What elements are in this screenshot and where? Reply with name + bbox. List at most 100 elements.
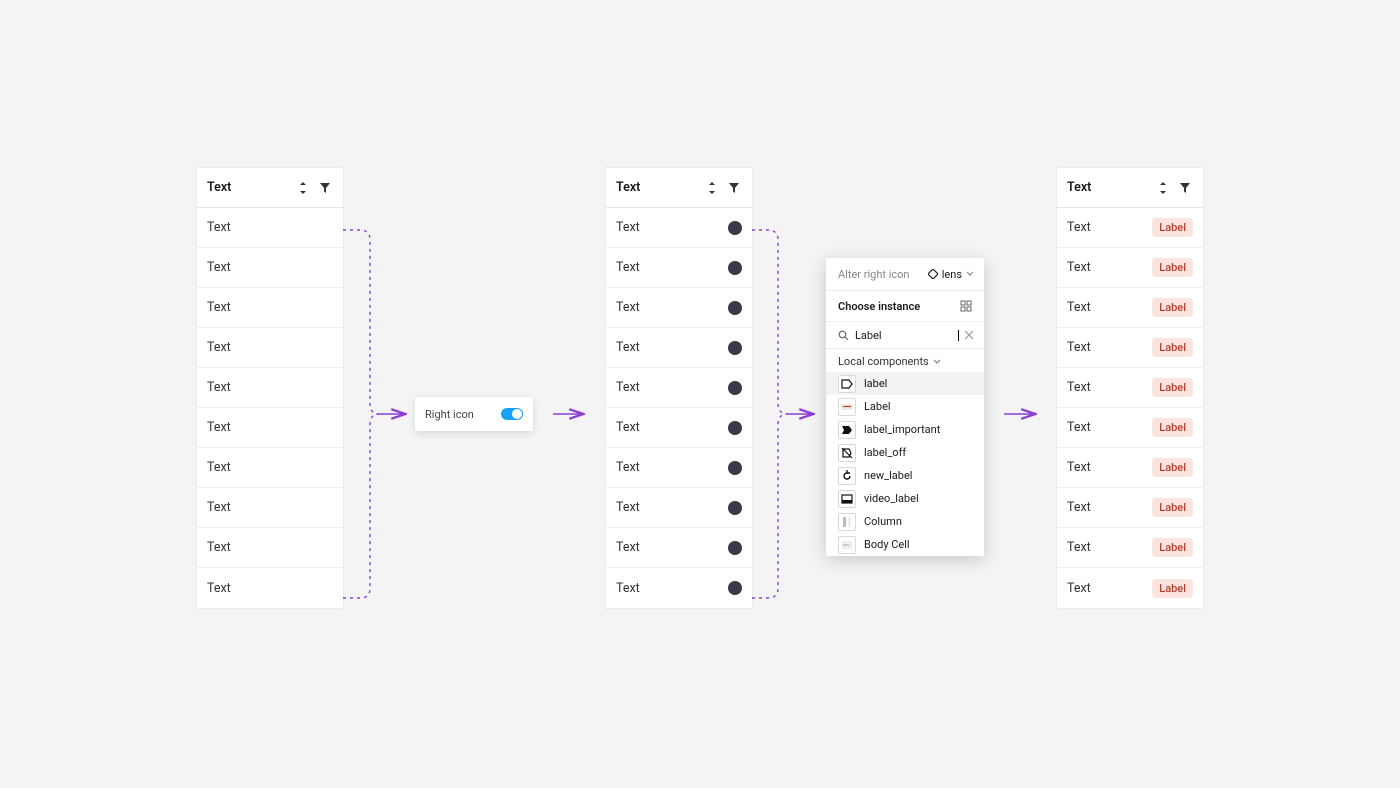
table-row[interactable]: TextLabel bbox=[1057, 368, 1203, 408]
instance-option[interactable]: label bbox=[826, 372, 984, 395]
table-row[interactable]: Text bbox=[606, 528, 752, 568]
sort-icon[interactable] bbox=[704, 180, 720, 196]
instance-option-name: Column bbox=[864, 515, 902, 528]
table-row[interactable]: Text bbox=[606, 368, 752, 408]
table-row[interactable]: TextLabel bbox=[1057, 208, 1203, 248]
row-text: Text bbox=[616, 460, 728, 475]
table-row[interactable]: Text bbox=[606, 408, 752, 448]
instance-option[interactable]: label_off bbox=[826, 441, 984, 464]
lens-icon bbox=[728, 381, 742, 395]
table-row[interactable]: Text bbox=[197, 328, 343, 368]
search-icon bbox=[838, 330, 849, 341]
filter-icon[interactable] bbox=[1177, 180, 1193, 196]
row-text: Text bbox=[616, 500, 728, 515]
label-chip: Label bbox=[1152, 498, 1193, 517]
row-text: Text bbox=[616, 220, 728, 235]
table-row[interactable]: Text bbox=[606, 568, 752, 608]
table-row[interactable]: TextLabel bbox=[1057, 488, 1203, 528]
table-row[interactable]: Text bbox=[606, 448, 752, 488]
filter-icon[interactable] bbox=[317, 180, 333, 196]
instance-option[interactable]: Body Cell bbox=[826, 533, 984, 556]
table-row[interactable]: TextLabel bbox=[1057, 248, 1203, 288]
label-important-icon bbox=[838, 421, 856, 439]
table-row[interactable]: Text bbox=[197, 288, 343, 328]
label-chip: Label bbox=[1152, 258, 1193, 277]
row-text: Text bbox=[1067, 540, 1152, 555]
column-panel-label: Text TextLabelTextLabelTextLabelTextLabe… bbox=[1057, 168, 1203, 608]
label-chip: Label bbox=[1152, 538, 1193, 557]
instance-picker-current-value[interactable]: lens bbox=[928, 268, 974, 281]
table-row[interactable]: TextLabel bbox=[1057, 568, 1203, 608]
label-chip: Label bbox=[1152, 378, 1193, 397]
label-chip: Label bbox=[1152, 298, 1193, 317]
row-text: Text bbox=[207, 220, 333, 235]
instance-picker-header: Alter right icon lens bbox=[826, 258, 984, 290]
column-header[interactable]: Text bbox=[197, 168, 343, 208]
table-row[interactable]: Text bbox=[606, 208, 752, 248]
instance-option-name: label_important bbox=[864, 423, 940, 436]
table-row[interactable]: Text bbox=[197, 408, 343, 448]
instance-search-row: Label bbox=[826, 321, 984, 349]
column-header[interactable]: Text bbox=[1057, 168, 1203, 208]
row-text: Text bbox=[616, 340, 728, 355]
row-text: Text bbox=[207, 340, 333, 355]
table-row[interactable]: Text bbox=[197, 488, 343, 528]
instance-option-name: label_off bbox=[864, 446, 906, 459]
instance-option[interactable]: label_important bbox=[826, 418, 984, 441]
label-off-icon bbox=[838, 444, 856, 462]
table-row[interactable]: Text bbox=[197, 448, 343, 488]
row-text: Text bbox=[616, 540, 728, 555]
lens-icon bbox=[728, 581, 742, 595]
row-text: Text bbox=[616, 300, 728, 315]
label-chip: Label bbox=[1152, 338, 1193, 357]
lens-icon bbox=[728, 501, 742, 515]
label-chip: Label bbox=[1152, 458, 1193, 477]
instance-option[interactable]: Column bbox=[826, 510, 984, 533]
table-row[interactable]: TextLabel bbox=[1057, 408, 1203, 448]
row-text: Text bbox=[1067, 581, 1152, 596]
label-chip-icon bbox=[838, 398, 856, 416]
instance-search-input[interactable]: Label bbox=[855, 329, 958, 342]
table-row[interactable]: TextLabel bbox=[1057, 288, 1203, 328]
table-row[interactable]: Text bbox=[197, 528, 343, 568]
table-row[interactable]: TextLabel bbox=[1057, 528, 1203, 568]
row-text: Text bbox=[207, 300, 333, 315]
table-row[interactable]: Text bbox=[197, 248, 343, 288]
right-icon-toggle-switch[interactable] bbox=[501, 408, 523, 420]
instance-option[interactable]: Label bbox=[826, 395, 984, 418]
filter-icon[interactable] bbox=[726, 180, 742, 196]
instance-section-header[interactable]: Local components bbox=[826, 349, 984, 372]
instance-option[interactable]: video_label bbox=[826, 487, 984, 510]
row-text: Text bbox=[1067, 500, 1152, 515]
column-header[interactable]: Text bbox=[606, 168, 752, 208]
instance-option-name: Label bbox=[864, 400, 891, 413]
instance-option[interactable]: new_label bbox=[826, 464, 984, 487]
column-panel-lens: Text TextTextTextTextTextTextTextTextTex… bbox=[606, 168, 752, 608]
table-row[interactable]: Text bbox=[606, 328, 752, 368]
table-row[interactable]: TextLabel bbox=[1057, 328, 1203, 368]
chevron-down-icon bbox=[933, 358, 941, 366]
table-row[interactable]: Text bbox=[197, 208, 343, 248]
table-row[interactable]: Text bbox=[606, 248, 752, 288]
label-chip: Label bbox=[1152, 418, 1193, 437]
table-row[interactable]: Text bbox=[606, 488, 752, 528]
clear-search-icon[interactable] bbox=[964, 330, 974, 340]
grid-view-icon[interactable] bbox=[960, 300, 972, 312]
table-row[interactable]: TextLabel bbox=[1057, 448, 1203, 488]
table-row[interactable]: Text bbox=[606, 288, 752, 328]
sort-icon[interactable] bbox=[295, 180, 311, 196]
table-row[interactable]: Text bbox=[197, 568, 343, 608]
row-text: Text bbox=[1067, 220, 1152, 235]
row-text: Text bbox=[207, 500, 333, 515]
column-icon bbox=[838, 513, 856, 531]
instance-option-name: Body Cell bbox=[864, 538, 910, 551]
sort-icon[interactable] bbox=[1155, 180, 1171, 196]
table-row[interactable]: Text bbox=[197, 368, 343, 408]
right-icon-toggle-label: Right icon bbox=[425, 408, 501, 421]
body-cell-icon bbox=[838, 536, 856, 554]
new-label-icon bbox=[838, 467, 856, 485]
choose-instance-title: Choose instance bbox=[838, 300, 920, 313]
diagram-stage: Text TextTextTextTextTextTextTextTextTex… bbox=[0, 0, 1400, 788]
video-label-icon bbox=[838, 490, 856, 508]
row-text: Text bbox=[207, 420, 333, 435]
